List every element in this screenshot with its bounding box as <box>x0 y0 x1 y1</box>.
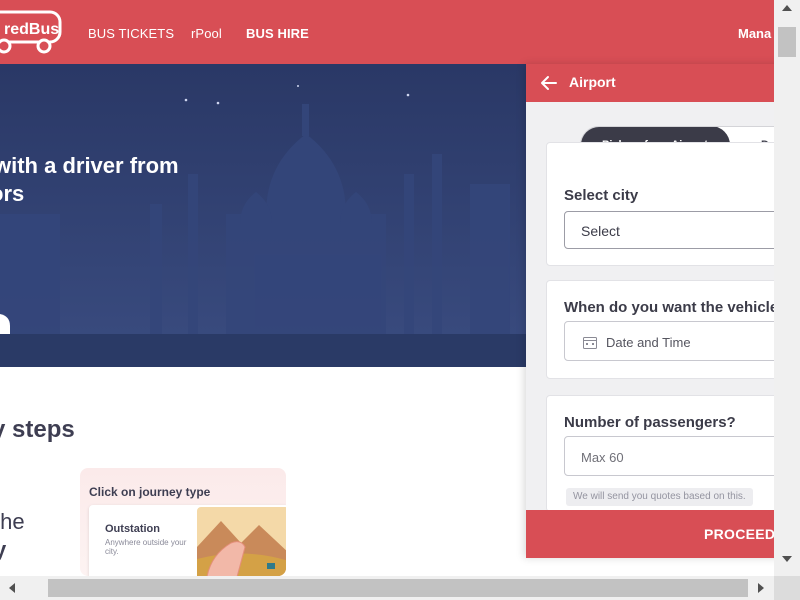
step-card-journey-type: Click on journey type Outstation Anywher… <box>80 468 286 576</box>
date-time-card: When do you want the vehicle Date and Ti… <box>546 280 774 379</box>
proceed-label: PROCEED <box>704 526 774 542</box>
city-select[interactable]: Select <box>564 211 774 249</box>
select-city-label: Select city <box>564 187 639 204</box>
vertical-scrollbar[interactable] <box>774 0 800 576</box>
airport-booking-panel: Airport Pick up from Airport Dro Select … <box>526 64 774 558</box>
steps-side-line-2: y <box>0 537 7 562</box>
scrollbar-corner <box>774 576 800 600</box>
step-card-title: Click on journey type <box>89 485 211 499</box>
passengers-card: Number of passengers? Max 60 We will sen… <box>546 395 774 512</box>
passengers-input[interactable]: Max 60 <box>564 436 774 476</box>
hero-title: with a driver from ors <box>0 152 214 208</box>
passengers-placeholder: Max 60 <box>581 450 624 465</box>
redbus-logo[interactable]: redBus <box>0 8 64 56</box>
hero-banner: with a driver from ors <box>0 64 526 367</box>
nav-rpool[interactable]: rPool <box>191 26 222 41</box>
landscape-hand-illustration <box>197 507 286 576</box>
vertical-scrollbar-thumb[interactable] <box>778 27 796 57</box>
steps-heading: y steps <box>0 416 75 443</box>
horizontal-scrollbar[interactable] <box>0 576 774 600</box>
panel-title: Airport <box>569 74 616 90</box>
scroll-right-arrow-icon[interactable] <box>758 583 764 593</box>
passengers-note: We will send you quotes based on this. <box>566 488 753 506</box>
panel-header: Airport <box>526 64 774 102</box>
date-time-label: When do you want the vehicle <box>564 299 774 316</box>
arrow-left-icon[interactable] <box>540 74 558 97</box>
nav-bus-hire[interactable]: BUS HIRE <box>246 26 309 41</box>
scroll-left-arrow-icon[interactable] <box>9 583 15 593</box>
calendar-icon <box>583 336 597 354</box>
steps-side-line-1: the <box>0 509 25 534</box>
passengers-label: Number of passengers? <box>564 414 736 431</box>
proceed-button[interactable]: PROCEED <box>526 510 774 558</box>
taj-mahal-illustration <box>0 64 526 367</box>
journey-option-outstation: Outstation Anywhere outside your city. <box>89 505 286 576</box>
top-navbar: redBus BUS TICKETS rPool BUS HIRE Mana <box>0 0 774 64</box>
journey-option-title: Outstation <box>105 523 160 535</box>
scroll-up-arrow-icon[interactable] <box>782 5 792 11</box>
city-card: Select city Select <box>546 142 774 266</box>
date-time-field[interactable]: Date and Time <box>564 321 774 361</box>
steps-side-text: the y <box>0 508 25 564</box>
scroll-down-arrow-icon[interactable] <box>782 556 792 562</box>
page-viewport: redBus BUS TICKETS rPool BUS HIRE Mana w… <box>0 0 774 576</box>
logo-text: redBus <box>4 21 59 38</box>
nav-bus-tickets[interactable]: BUS TICKETS <box>88 26 174 41</box>
hero-title-line-2: ors <box>0 181 25 206</box>
nav-manage-booking[interactable]: Mana <box>738 26 771 41</box>
horizontal-scrollbar-thumb[interactable] <box>48 579 748 597</box>
city-select-value: Select <box>581 223 620 239</box>
journey-option-description: Anywhere outside your city. <box>105 538 187 556</box>
date-time-placeholder: Date and Time <box>606 335 691 350</box>
hero-title-line-1: with a driver from <box>0 153 179 178</box>
